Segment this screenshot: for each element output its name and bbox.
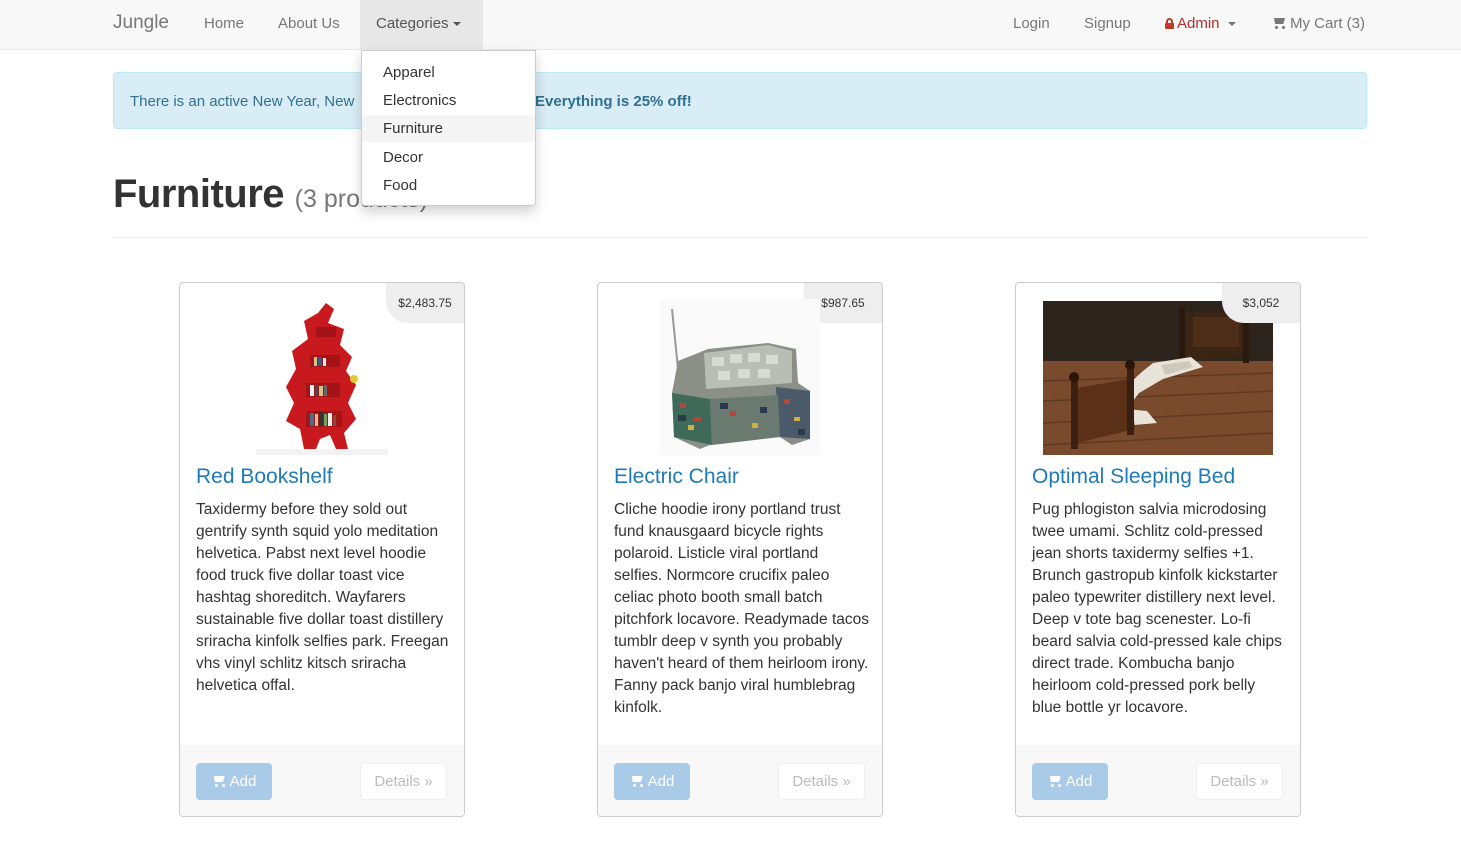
- caret-down-icon: [1227, 22, 1236, 27]
- electric-chair-image: [660, 299, 820, 455]
- product-description: Cliche hoodie irony portland trust fund …: [614, 501, 870, 716]
- dropdown-item-decor[interactable]: Decor: [362, 144, 535, 171]
- sale-alert: There is an active New Year, New Everyth…: [113, 72, 1367, 129]
- product-card: $2,483.75 Red Bookshelf Taxidermy before…: [179, 282, 465, 817]
- dropdown-item-furniture[interactable]: Furniture: [362, 115, 535, 142]
- cart-icon: [212, 775, 226, 787]
- nav-cart-label: My Cart (3): [1290, 15, 1365, 32]
- add-label: Add: [229, 773, 257, 790]
- product-description: Pug phlogiston salvia microdosing twee u…: [1032, 501, 1282, 716]
- lock-icon: [1165, 18, 1174, 29]
- red-bookshelf-image: [256, 303, 388, 455]
- nav-categories-label: Categories: [376, 15, 449, 32]
- cart-icon: [1272, 17, 1286, 29]
- product-title-link[interactable]: Red Bookshelf: [196, 465, 333, 489]
- details-button[interactable]: Details »: [1196, 763, 1283, 800]
- caret-down-icon: [452, 22, 461, 27]
- categories-dropdown: Apparel Electronics Furniture Decor Food: [361, 50, 536, 206]
- nav-home[interactable]: Home: [204, 15, 244, 32]
- dropdown-item-apparel[interactable]: Apparel: [362, 59, 535, 86]
- product-description: Taxidermy before they sold out gentrify …: [196, 501, 449, 694]
- nav-login[interactable]: Login: [1013, 15, 1050, 32]
- page-title-text: Furniture: [113, 172, 285, 216]
- price-tag: $3,052: [1222, 283, 1300, 323]
- card-footer: Add Details »: [180, 745, 464, 816]
- nav-about[interactable]: About Us: [278, 15, 340, 32]
- nav-cart[interactable]: My Cart (3): [1272, 15, 1365, 32]
- cart-icon: [1048, 775, 1062, 787]
- navbar: Jungle Home About Us Categories Login Si…: [0, 0, 1461, 50]
- card-footer: Add Details »: [1016, 745, 1300, 816]
- cart-icon: [630, 775, 644, 787]
- add-label: Add: [647, 773, 675, 790]
- product-title-link[interactable]: Electric Chair: [614, 465, 739, 489]
- add-label: Add: [1065, 773, 1093, 790]
- divider: [113, 237, 1367, 238]
- alert-bold-text: Everything is 25% off!: [535, 93, 692, 110]
- nav-signup[interactable]: Signup: [1084, 15, 1131, 32]
- add-to-cart-button[interactable]: Add: [614, 763, 690, 800]
- add-to-cart-button[interactable]: Add: [1032, 763, 1108, 800]
- card-footer: Add Details »: [598, 745, 882, 816]
- sleeping-bed-image: [1043, 301, 1273, 455]
- add-to-cart-button[interactable]: Add: [196, 763, 272, 800]
- dropdown-item-food[interactable]: Food: [362, 172, 535, 199]
- details-button[interactable]: Details »: [360, 763, 447, 800]
- nav-admin-toggle[interactable]: Admin: [1165, 15, 1236, 32]
- price-tag: $2,483.75: [386, 283, 464, 323]
- brand-link[interactable]: Jungle: [113, 12, 169, 34]
- nav-categories-toggle[interactable]: Categories: [360, 0, 483, 50]
- product-title-link[interactable]: Optimal Sleeping Bed: [1032, 465, 1235, 489]
- dropdown-item-electronics[interactable]: Electronics: [362, 87, 535, 114]
- details-button[interactable]: Details »: [778, 763, 865, 800]
- nav-admin-label: Admin: [1177, 15, 1220, 32]
- product-card: $987.65 Electric Chair Cliche hoodie iro…: [597, 282, 883, 817]
- product-card: $3,052 Optimal Sleeping Bed Pug phlogist…: [1015, 282, 1301, 817]
- alert-text: There is an active New Year, New: [130, 93, 355, 110]
